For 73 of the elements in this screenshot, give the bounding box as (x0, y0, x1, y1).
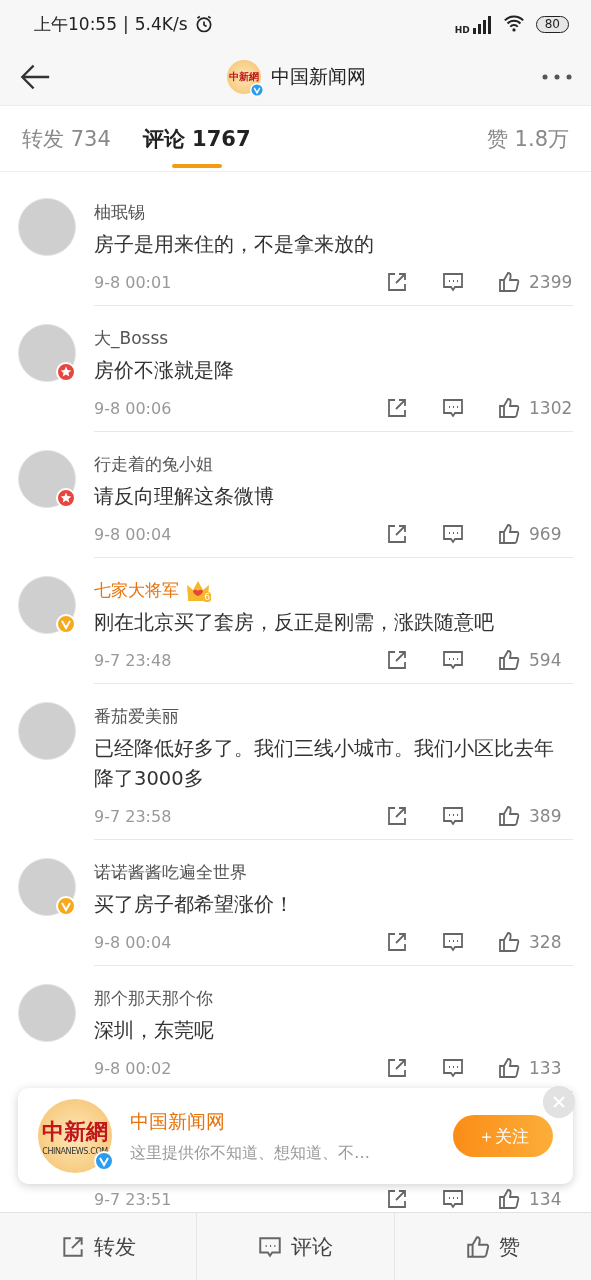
comment-text: 房价不涨就是降 (94, 358, 235, 384)
share-icon[interactable] (385, 930, 409, 954)
thumbs-up-icon (465, 1233, 492, 1260)
comment-icon[interactable] (441, 1056, 465, 1080)
tab-underline (171, 163, 222, 168)
comment-button[interactable]: 评论 (197, 1212, 395, 1280)
status-time: 上午10:55 (34, 12, 117, 36)
tab[interactable]: 赞 1.8万 (486, 105, 569, 172)
like-count: 133 (529, 1058, 563, 1078)
comment-icon[interactable] (441, 270, 465, 294)
tab[interactable]: 评论 1767 (142, 105, 251, 172)
like-count: 1302 (529, 398, 573, 418)
thumbs-up-icon[interactable] (497, 930, 521, 954)
separator-text: | (123, 14, 129, 34)
thumbs-up-icon[interactable] (497, 270, 521, 294)
like-count: 594 (529, 650, 563, 670)
share-icon[interactable] (385, 396, 409, 420)
comment-time: 9-8 00:06 (94, 398, 172, 418)
signal-icon (471, 14, 492, 34)
network-speed: 5.4K/s (134, 14, 188, 34)
battery-level: 80 (535, 15, 569, 33)
share-icon[interactable] (385, 522, 409, 546)
thumbs-up-icon[interactable] (497, 1056, 521, 1080)
comment-time: 9-8 00:04 (94, 524, 172, 544)
share-icon[interactable] (385, 1056, 409, 1080)
comment-time: 9-8 00:01 (94, 272, 172, 292)
network-type-label: HD (454, 25, 470, 35)
comment-icon[interactable] (441, 396, 465, 420)
logo-text: 中新網 (229, 69, 259, 84)
logo-subtext: CHINANEWS.COM (42, 1146, 108, 1156)
share-icon[interactable] (385, 804, 409, 828)
comment-time: 9-7 23:58 (94, 806, 172, 826)
comment-text: 房子是用来住的，不是拿来放的 (94, 232, 375, 258)
thumbs-up-icon[interactable] (497, 648, 521, 672)
comment-time: 9-8 00:04 (94, 932, 172, 952)
comment-text: 深圳，东莞呢 (94, 1018, 215, 1044)
repost-button[interactable]: 转发 (0, 1212, 198, 1280)
comment-icon[interactable] (441, 1187, 465, 1211)
comment-time: 9-7 23:51 (94, 1189, 172, 1209)
username[interactable]: 诺诺酱酱吃遍全世界 (94, 861, 247, 883)
like-count: 969 (529, 524, 563, 544)
comment-time: 9-7 23:48 (94, 650, 172, 670)
comment-text: 请反向理解这条微博 (94, 484, 275, 510)
comment-icon[interactable] (441, 648, 465, 672)
thumbs-up-icon[interactable] (497, 396, 521, 420)
comment-text: 已经降低好多了。我们三线小城市。我们小区比去年降了3000多 (94, 736, 555, 792)
comment-icon[interactable] (441, 804, 465, 828)
thumbs-up-icon[interactable] (497, 522, 521, 546)
username[interactable]: 行走着的兔小姐 (94, 453, 213, 475)
share-icon[interactable] (385, 1187, 409, 1211)
like-count: 389 (529, 806, 563, 826)
like-button[interactable]: 赞 (394, 1212, 591, 1280)
channel-title: 中国新闻网 (271, 63, 366, 89)
vip-level: 6 (203, 592, 211, 602)
share-icon[interactable] (385, 270, 409, 294)
username[interactable]: 那个那天那个你 (94, 987, 213, 1009)
like-count: 328 (529, 932, 563, 952)
tab[interactable]: 转发 734 (22, 105, 111, 172)
comment-icon[interactable] (441, 930, 465, 954)
comment-time: 9-8 00:02 (94, 1058, 172, 1078)
thumbs-up-icon[interactable] (497, 804, 521, 828)
comment-icon[interactable] (441, 522, 465, 546)
thumbs-up-icon[interactable] (497, 1187, 521, 1211)
logo-text: 中新網 (42, 1116, 108, 1146)
username[interactable]: 柚珉锡 (94, 201, 145, 223)
comment-text: 买了房子都希望涨价！ (94, 892, 295, 918)
username[interactable]: 番茄爱美丽 (94, 705, 179, 727)
channel-description: 这里提供你不知道、想知道、不… (130, 1142, 371, 1164)
username[interactable]: 大_Bosss (94, 327, 169, 349)
like-count: 2399 (529, 272, 573, 292)
comment-text: 刚在北京买了套房，反正是刚需，涨跌随意吧 (94, 610, 495, 636)
share-icon[interactable] (385, 648, 409, 672)
like-count: 134 (529, 1189, 563, 1209)
